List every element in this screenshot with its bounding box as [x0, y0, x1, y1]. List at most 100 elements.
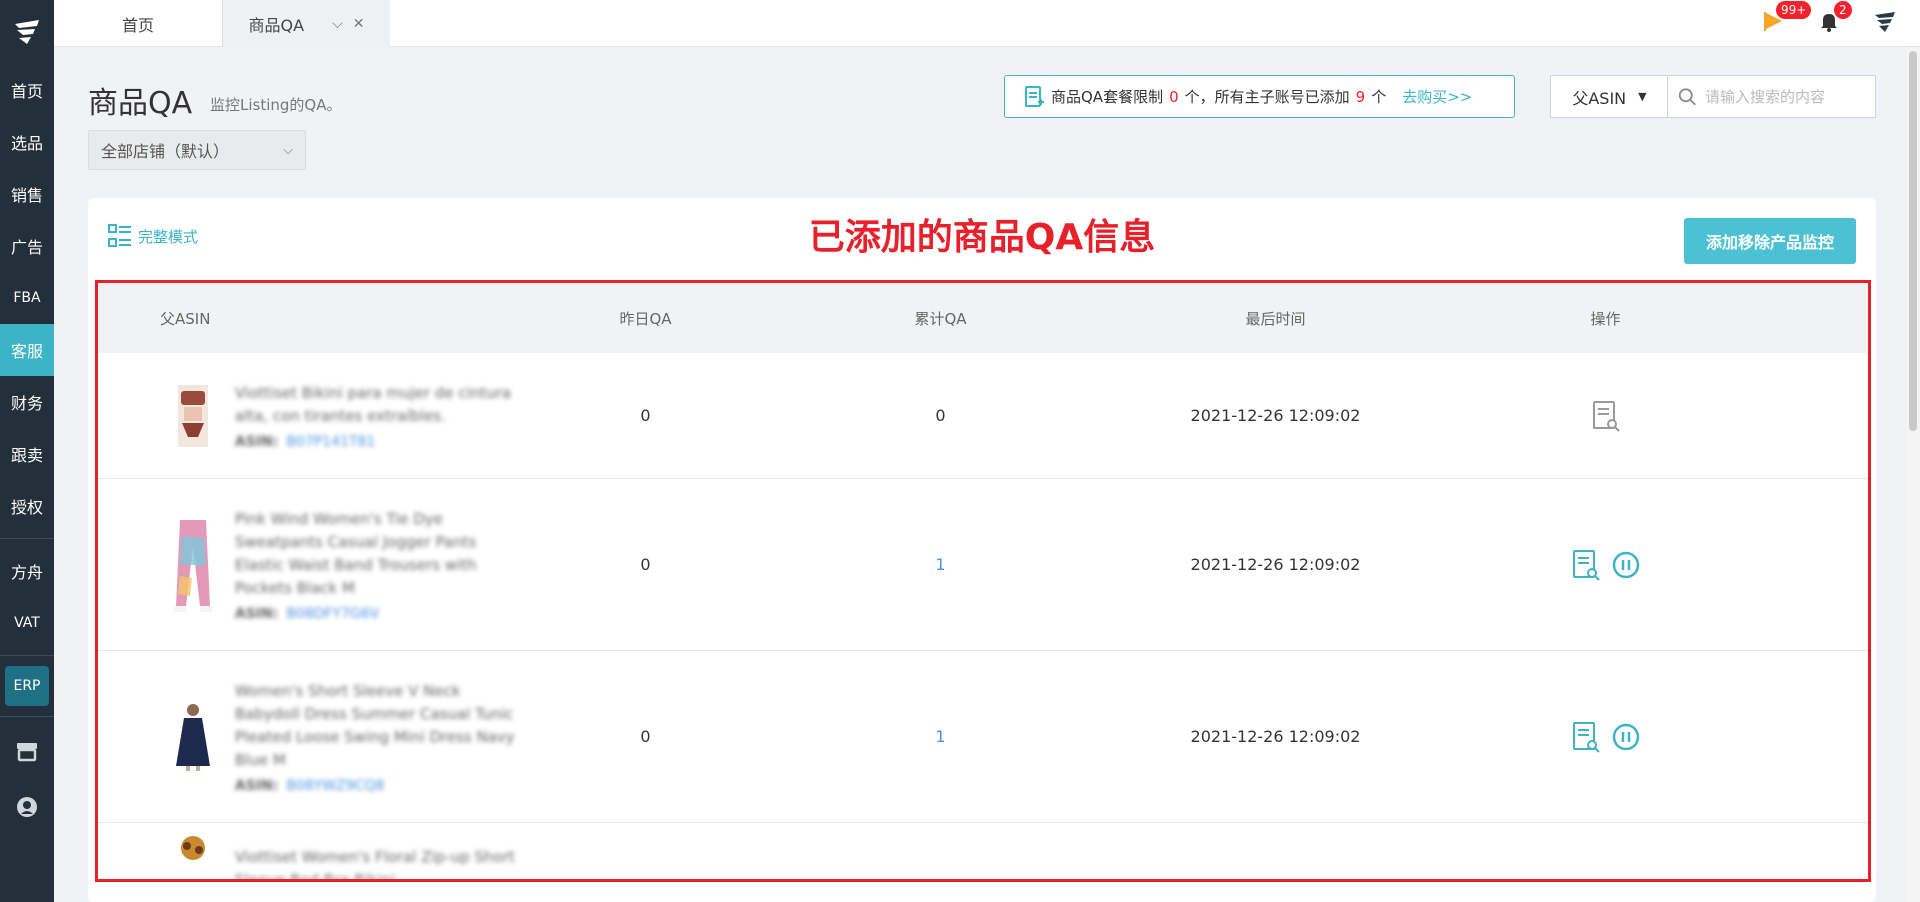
total-qa-link[interactable]: 1	[773, 555, 1108, 574]
bikini-image	[178, 384, 209, 447]
sidebar-divider	[0, 538, 54, 539]
close-icon[interactable]: ✕	[353, 16, 365, 32]
search-type-value: 父ASIN	[1572, 88, 1627, 108]
app-logo[interactable]	[0, 0, 54, 64]
product-cell: Viottiset Women's Floral Zip-up Short Sl…	[98, 833, 518, 879]
product-info: Viottiset Bikini para mujer de cintura a…	[235, 382, 518, 450]
store-button[interactable]	[0, 723, 54, 779]
qa-table: 父ASIN 昨日QA 累计QA 最后时间 操作 Viottiset Bikini…	[95, 280, 1871, 882]
qa-card: 完整模式 已添加的商品QA信息 添加移除产品监控 父ASIN 昨日QA 累计QA…	[88, 198, 1876, 902]
chevron-down-icon[interactable]: ⌵	[332, 16, 343, 32]
sidebar-item-finance[interactable]: 财务	[0, 376, 54, 428]
last-time-value: 2021-12-26 12:09:02	[1190, 406, 1361, 425]
store-select-value: 全部店铺（默认）	[101, 142, 230, 161]
search-type-select[interactable]: 父ASIN ▼	[1550, 75, 1668, 118]
product-asin: ASIN: B08YWZ9CQ8	[235, 778, 518, 794]
top-right-actions: 99+ 2	[1758, 1, 1900, 36]
tab-product-qa[interactable]: 商品QA ⌵ ✕	[222, 0, 390, 47]
store-select[interactable]: 全部店铺（默认） ⌵	[88, 130, 306, 170]
total-qa-link[interactable]: 1	[773, 727, 1108, 746]
last-time-value: 2021-12-26 12:09:02	[1190, 555, 1361, 574]
asin-link[interactable]: B07P141T81	[286, 434, 375, 450]
product-info: Pink Wind Women's Tie Dye Sweatpants Cas…	[235, 508, 518, 622]
view-qa-icon[interactable]	[1571, 721, 1601, 753]
support-button[interactable]	[0, 779, 54, 835]
view-qa-icon[interactable]	[1571, 549, 1601, 581]
sidebar-divider	[0, 716, 54, 717]
buy-link[interactable]: 去购买>>	[1402, 86, 1472, 107]
header-yesterday-qa: 昨日QA	[619, 309, 672, 328]
product-info: Viottiset Women's Floral Zip-up Short Sl…	[235, 846, 518, 879]
sidebar-item-vat[interactable]: VAT	[0, 597, 54, 649]
view-qa-icon[interactable]	[1591, 400, 1621, 432]
product-asin: ASIN: B08DFY7G6V	[235, 606, 518, 622]
table-row: Viottiset Women's Floral Zip-up Short Sl…	[98, 823, 1868, 879]
sidebar-item-ark[interactable]: 方舟	[0, 545, 54, 597]
sidebar-item-fba[interactable]: FBA	[0, 272, 54, 324]
pause-icon[interactable]	[1611, 722, 1641, 752]
header-total-qa: 累计QA	[914, 309, 967, 328]
page-title: 商品QA	[88, 86, 193, 121]
product-name: Women's Short Sleeve V Neck Babydoll Dre…	[234, 681, 515, 769]
asin-label: ASIN:	[234, 433, 279, 450]
product-thumbnail[interactable]	[170, 515, 217, 615]
product-cell: Women's Short Sleeve V Neck Babydoll Dre…	[98, 680, 518, 794]
add-remove-monitor-button[interactable]: 添加移除产品监控	[1684, 218, 1856, 264]
top-bar: 首页 商品QA ⌵ ✕ 99+ 2	[54, 0, 1920, 47]
sidebar-item-selection[interactable]: 选品	[0, 116, 54, 168]
product-thumbnail[interactable]	[170, 701, 217, 773]
scrollbar-thumb[interactable]	[1909, 51, 1917, 431]
page-subtitle: 监控Listing的QA。	[210, 96, 342, 114]
yesterday-qa-value: 0	[640, 406, 651, 425]
notification-badge: 2	[1834, 1, 1852, 19]
asin-label: ASIN:	[234, 605, 279, 622]
sidebar-item-sales[interactable]: 销售	[0, 168, 54, 220]
quota-prefix: 商品QA套餐限制	[1051, 88, 1164, 106]
table-header: 父ASIN 昨日QA 累计QA 最后时间 操作	[98, 283, 1868, 353]
quota-unit: 个	[1371, 88, 1387, 106]
caret-down-icon: ▼	[1638, 90, 1647, 103]
product-name: Pink Wind Women's Tie Dye Sweatpants Cas…	[234, 509, 477, 597]
dress-image	[176, 703, 211, 771]
sidebar-item-authorization[interactable]: 授权	[0, 480, 54, 532]
total-qa-value: 0	[935, 406, 946, 425]
support-icon	[17, 797, 37, 817]
asin-label: ASIN:	[234, 777, 279, 794]
logo-icon	[15, 20, 39, 44]
sidebar-item-ads[interactable]: 广告	[0, 220, 54, 272]
sidebar-item-home[interactable]: 首页	[0, 64, 54, 116]
flag-notification[interactable]: 99+	[1758, 1, 1812, 36]
search-box[interactable]	[1667, 75, 1876, 118]
product-cell: Pink Wind Women's Tie Dye Sweatpants Cas…	[98, 508, 518, 622]
sidebar-item-customer-service[interactable]: 客服	[0, 324, 54, 376]
product-thumbnail[interactable]	[170, 380, 217, 452]
floral-swimsuit-image	[181, 836, 206, 860]
quota-added: 9	[1355, 87, 1366, 106]
header-last-time: 最后时间	[1245, 309, 1306, 328]
operations-cell	[1443, 400, 1768, 432]
search-icon	[1678, 87, 1696, 105]
yesterday-qa-value: 0	[640, 555, 651, 574]
page-scrollbar[interactable]	[1906, 47, 1920, 902]
quota-text: 个，所有主子账号已添加	[1184, 88, 1350, 106]
product-thumbnail[interactable]	[170, 833, 217, 879]
erp-button[interactable]: ERP	[5, 666, 49, 706]
sweatpants-image	[174, 519, 213, 612]
product-info: Women's Short Sleeve V Neck Babydoll Dre…	[235, 680, 518, 794]
tab-label: 商品QA	[248, 15, 305, 35]
asin-link[interactable]: B08DFY7G6V	[286, 606, 379, 622]
pause-icon[interactable]	[1611, 550, 1641, 580]
search-input[interactable]	[1705, 87, 1865, 106]
notification-badge: 99+	[1776, 1, 1812, 19]
operations-cell	[1443, 549, 1768, 581]
document-add-icon	[1025, 85, 1044, 107]
sidebar-item-follow-sell[interactable]: 跟卖	[0, 428, 54, 480]
last-time-value: 2021-12-26 12:09:02	[1190, 727, 1361, 746]
bell-notification[interactable]: 2	[1814, 1, 1852, 36]
tab-home[interactable]: 首页	[54, 0, 222, 47]
table-row: Women's Short Sleeve V Neck Babydoll Dre…	[98, 651, 1868, 823]
annotation-title: 已添加的商品QA信息	[808, 217, 1156, 258]
user-avatar[interactable]	[1870, 6, 1900, 36]
asin-link[interactable]: B08YWZ9CQ8	[286, 778, 384, 794]
product-name: Viottiset Bikini para mujer de cintura a…	[234, 383, 511, 425]
